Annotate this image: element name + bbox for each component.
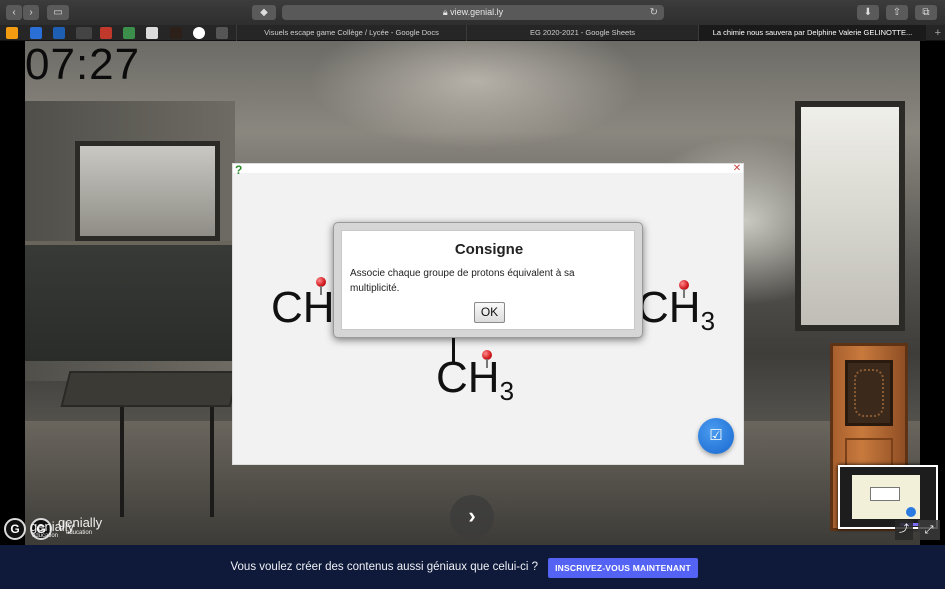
gmail-icon[interactable] (100, 27, 112, 39)
logo-subtitle: education (32, 533, 59, 539)
url-text: view.genial.ly (450, 7, 504, 17)
new-tab-button[interactable]: + (935, 25, 941, 41)
tab-genially-active[interactable]: La chimie nous sauvera par Delphine Vale… (698, 25, 926, 41)
dialog-message: Associe chaque groupe de protons équival… (350, 268, 575, 294)
logo-subtitle: education (66, 530, 93, 536)
window (795, 101, 905, 331)
google-icon[interactable] (193, 27, 205, 39)
thumbnail-button (906, 507, 916, 517)
genially-logo-icon: G (4, 518, 26, 540)
browser-toolbar: ‹ › ▭ ◆ 🔒︎ view.genial.ly ↻ ⬇ ⇧ ⧉ (0, 0, 945, 25)
ok-button[interactable]: OK (474, 302, 505, 323)
screen: ‹ › ▭ ◆ 🔒︎ view.genial.ly ↻ ⬇ ⇧ ⧉ Visuel… (0, 0, 945, 589)
promo-text: Vous voulez créer des contenus aussi gén… (230, 561, 539, 573)
bookmark-icon[interactable] (216, 27, 228, 39)
desk (60, 371, 240, 407)
right-pin-marker[interactable] (679, 280, 689, 298)
countdown-timer: 07:27 (25, 40, 141, 89)
thumbnail-dialog (870, 487, 900, 501)
right-methyl-group: CH3 (637, 286, 715, 343)
dialog-body: Consigne Associe chaque groupe de proton… (341, 230, 635, 330)
promo-banner: Vous voulez créer des contenus aussi gén… (0, 545, 945, 589)
fullscreen-icon[interactable]: ⤢ (918, 520, 940, 540)
drive-icon[interactable] (123, 27, 135, 39)
bottom-group-subscript: 3 (499, 376, 515, 406)
bottom-pin-marker[interactable] (482, 350, 492, 368)
bookmark-icon[interactable] (6, 27, 18, 39)
bookmark-icon[interactable] (30, 27, 42, 39)
desk-leg (210, 407, 214, 517)
tab-bar: Visuels escape game Collège / Lycée - Go… (0, 25, 945, 41)
right-group-subscript: 3 (700, 306, 716, 336)
bookmark-icon[interactable] (170, 27, 182, 39)
right-group-text: CH (637, 283, 701, 332)
bottom-methyl-group: CH3 (436, 356, 514, 413)
chalkboard (25, 241, 235, 361)
genially-logo[interactable]: G G genially genially education educatio… (4, 514, 114, 542)
panel-header (233, 164, 743, 173)
next-arrow-button[interactable]: › (450, 495, 494, 539)
bookmark-icon[interactable] (146, 27, 158, 39)
close-icon[interactable]: ✕ (731, 164, 743, 174)
tab-google-docs[interactable]: Visuels escape game Collège / Lycée - Go… (236, 25, 466, 41)
download-icon[interactable]: ⬇ (857, 5, 879, 20)
dialog-title: Consigne (454, 241, 524, 258)
bookmark-icon[interactable] (53, 27, 65, 39)
validate-check-button[interactable]: ☑ (698, 418, 734, 454)
share-icon[interactable]: ⇧ (886, 5, 908, 20)
address-bar[interactable]: 🔒︎ view.genial.ly ↻ (282, 5, 664, 20)
sidebar-toggle-icon[interactable]: ▭ (47, 5, 69, 20)
tabs-overview-icon[interactable]: ⧉ (915, 5, 937, 20)
desk-leg (120, 407, 124, 517)
share-icon[interactable]: ⤴ (895, 520, 913, 540)
signup-button[interactable]: INSCRIVEZ-VOUS MAINTENANT (548, 558, 698, 578)
lock-icon: 🔒︎ (442, 7, 448, 17)
window (75, 141, 220, 241)
back-arrow-icon[interactable]: ‹ (6, 5, 22, 20)
tag-icon[interactable]: ◆ (252, 5, 276, 20)
logo-name: genially (58, 515, 103, 530)
tab-google-sheets[interactable]: EG 2020-2021 - Google Sheets (466, 25, 698, 41)
door-window (845, 360, 893, 426)
reload-icon[interactable]: ↻ (650, 5, 658, 20)
help-icon[interactable]: ? (235, 164, 247, 176)
bookmark-icon[interactable] (76, 27, 92, 39)
left-pin-marker[interactable] (316, 277, 326, 295)
forward-arrow-icon[interactable]: › (23, 5, 39, 20)
instruction-dialog: Consigne Associe chaque groupe de proton… (333, 222, 643, 338)
